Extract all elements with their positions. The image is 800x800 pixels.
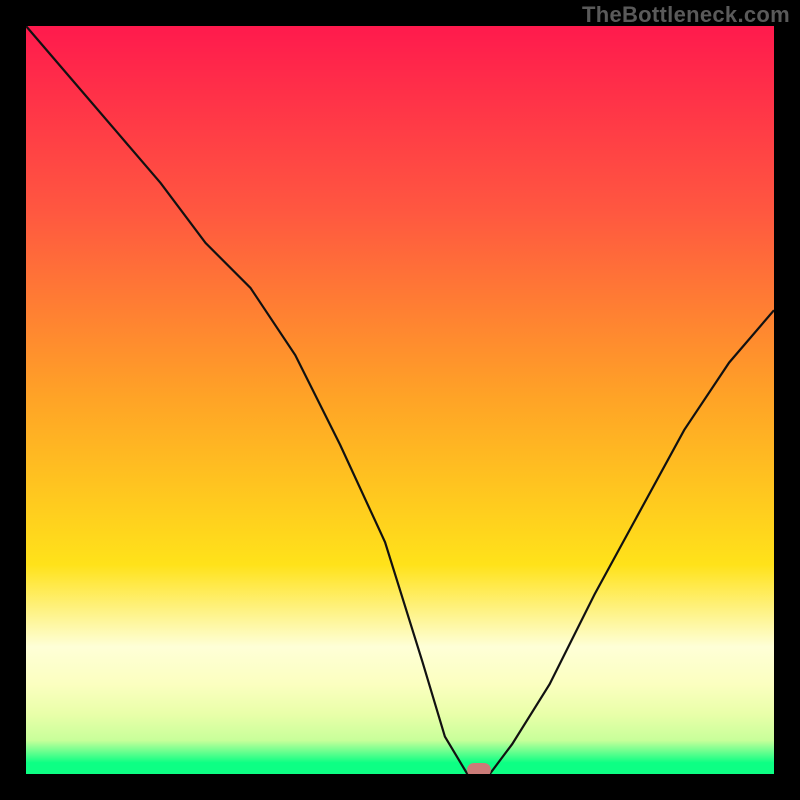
optimum-marker bbox=[467, 763, 491, 774]
plot-area bbox=[26, 26, 774, 774]
chart-svg bbox=[26, 26, 774, 774]
watermark-text: TheBottleneck.com bbox=[582, 2, 790, 28]
chart-frame: TheBottleneck.com bbox=[0, 0, 800, 800]
gradient-rect bbox=[26, 26, 774, 774]
